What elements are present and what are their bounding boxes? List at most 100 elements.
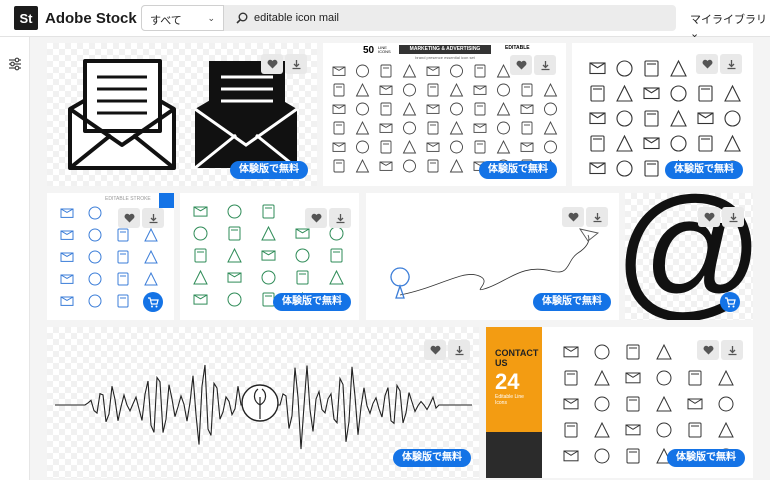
result-tile-3[interactable]: 体験版で無料 [572, 43, 753, 186]
icon-thumbnail [698, 85, 713, 102]
my-library-label: マイライブラリ [690, 14, 767, 26]
icon-thumbnail [718, 421, 734, 438]
heart-icon[interactable] [698, 207, 720, 227]
result-tile-9[interactable]: CONTACT US 24 Editable Line Icons 体験版で無料 [486, 327, 753, 478]
icon-thumbnail [356, 64, 369, 78]
download-icon[interactable] [720, 54, 742, 74]
icon-thumbnail [520, 104, 534, 114]
icon-thumbnail [117, 272, 129, 286]
search-scope-select[interactable]: すべて ⌄ [141, 5, 224, 31]
icon-thumbnail [380, 140, 392, 154]
logo-text: Adobe Stock [45, 9, 137, 27]
icon-thumbnail [543, 120, 558, 135]
free-trial-button[interactable]: 体験版で無料 [667, 449, 745, 467]
icon-thumbnail [355, 82, 370, 97]
icon-thumbnail [697, 112, 714, 125]
icon-thumbnail [589, 162, 606, 175]
icon-thumbnail [295, 248, 310, 263]
filter-icon[interactable] [8, 57, 22, 71]
icon-thumbnail [656, 343, 672, 360]
icon-thumbnail [332, 66, 346, 76]
adobe-stock-logo[interactable]: St Adobe Stock [14, 6, 137, 30]
icon-thumbnail [193, 269, 208, 285]
cart-icon[interactable] [143, 292, 163, 312]
icon-thumbnail [520, 142, 534, 152]
icon-thumbnail [333, 159, 345, 173]
icon-thumbnail [543, 82, 558, 97]
icon-thumbnail [496, 101, 511, 116]
icon-thumbnail [724, 110, 741, 127]
download-icon[interactable] [329, 208, 351, 228]
download-icon[interactable] [534, 55, 556, 75]
icon-thumbnail [261, 225, 276, 241]
download-icon[interactable] [721, 340, 743, 360]
icon-thumbnail [449, 82, 464, 97]
icon-thumbnail [473, 85, 487, 95]
search-bar: すべて ⌄ [141, 5, 676, 31]
icon-thumbnail [261, 270, 276, 285]
icon-thumbnail [379, 85, 393, 95]
icon-thumbnail [594, 344, 610, 360]
icon-thumbnail [497, 83, 510, 97]
result-tile-6[interactable]: 体験版で無料 [366, 193, 619, 320]
my-library-menu[interactable]: マイライブラリ ⌄ [690, 11, 770, 40]
result-tile-7[interactable]: @ [625, 193, 753, 320]
icon-thumbnail [724, 134, 741, 152]
icon-thumbnail [474, 140, 486, 154]
download-icon[interactable] [142, 208, 164, 228]
heart-icon[interactable] [562, 207, 584, 227]
result-tile-5[interactable]: 体験版で無料 [180, 193, 359, 320]
icon-thumbnail [594, 448, 610, 464]
result-tile-1[interactable]: 体験版で無料 [47, 43, 317, 186]
icon-thumbnail [521, 83, 533, 97]
heart-icon[interactable] [696, 54, 718, 74]
free-trial-button[interactable]: 体験版で無料 [273, 293, 351, 311]
download-icon[interactable] [285, 54, 307, 74]
download-icon[interactable] [448, 340, 470, 360]
download-icon[interactable] [586, 207, 608, 227]
icon-thumbnail [379, 161, 393, 171]
search-input[interactable] [254, 5, 654, 31]
icon-thumbnail [296, 270, 309, 285]
heart-icon[interactable] [697, 340, 719, 360]
icon-thumbnail [144, 227, 158, 242]
download-icon[interactable] [722, 207, 744, 227]
cart-icon[interactable] [720, 292, 740, 312]
icon-thumbnail [625, 424, 641, 436]
icon-thumbnail [594, 421, 610, 438]
icon-thumbnail [474, 102, 486, 116]
icon-thumbnail [88, 294, 102, 308]
free-trial-button[interactable]: 体験版で無料 [533, 293, 611, 311]
heart-icon[interactable] [510, 55, 532, 75]
free-trial-button[interactable]: 体験版で無料 [479, 161, 557, 179]
free-trial-button[interactable]: 体験版で無料 [393, 449, 471, 467]
icon-thumbnail [450, 140, 463, 154]
icon-thumbnail [497, 121, 510, 135]
icon-thumbnail [426, 142, 440, 152]
icon-thumbnail [564, 370, 578, 386]
heart-icon[interactable] [261, 54, 283, 74]
icon-thumbnail [656, 422, 672, 438]
icon-thumbnail [724, 84, 741, 102]
icon-thumbnail [228, 226, 241, 241]
icon-thumbnail [333, 121, 345, 135]
icon-thumbnail [656, 395, 672, 412]
icon-thumbnail [193, 226, 208, 241]
result-tile-2[interactable]: 50 LINE ICONS MARKETING & ADVERTISING br… [323, 43, 566, 186]
icon-thumbnail [144, 271, 158, 286]
icon-thumbnail [626, 344, 640, 360]
icon-thumbnail [117, 228, 129, 242]
icon-thumbnail [193, 206, 208, 217]
icon-thumbnail [117, 294, 129, 308]
heart-icon[interactable] [424, 340, 446, 360]
icon-thumbnail [355, 120, 370, 135]
result-tile-8[interactable]: 体験版で無料 [47, 327, 479, 478]
icon-thumbnail [473, 123, 487, 133]
icon-thumbnail [88, 272, 102, 286]
icon-thumbnail [261, 250, 276, 261]
free-trial-button[interactable]: 体験版で無料 [665, 161, 743, 179]
heart-icon[interactable] [305, 208, 327, 228]
free-trial-button[interactable]: 体験版で無料 [230, 161, 308, 179]
result-tile-4[interactable]: EDITABLE STROKE [47, 193, 174, 320]
heart-icon[interactable] [118, 208, 140, 228]
